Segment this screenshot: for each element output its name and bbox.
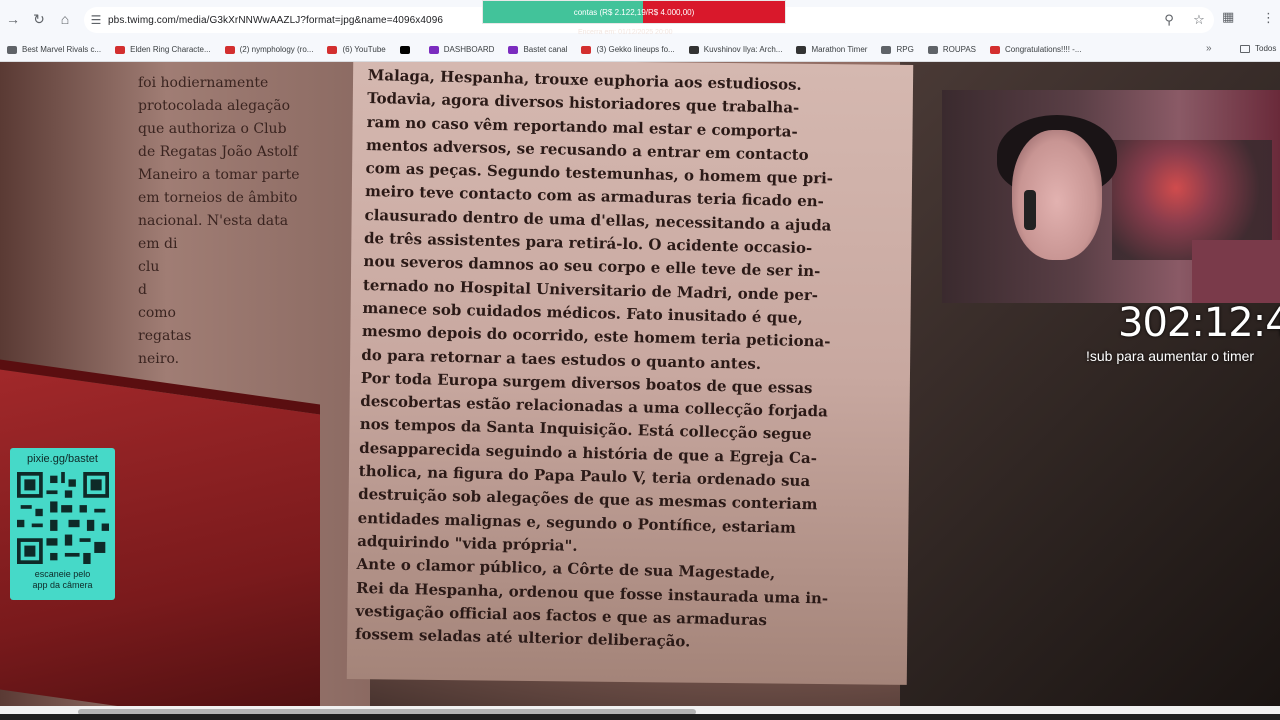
site-info-icon[interactable]: ☰ (84, 13, 108, 27)
bookmark-item[interactable]: (3) Gekko lineups fo... (574, 45, 681, 54)
zoom-icon[interactable]: ⚲ (1154, 12, 1184, 28)
bookmarks-bar: Best Marvel Rivals c... Elden Ring Charac… (0, 38, 1280, 62)
bookmark-favicon-icon (927, 45, 938, 54)
bookmark-label: (2) nymphology (ro... (239, 45, 314, 54)
goal-current: contas (R$ 2.122,19 (573, 7, 646, 17)
document-line: d (138, 282, 147, 298)
bookmark-favicon-icon (7, 45, 17, 54)
goal-text: contas (R$ 2.122,19/R$ 4.000,00) (573, 7, 695, 17)
bookmark-favicon-icon (327, 45, 338, 54)
bookmark-label: DASHBOARD (443, 45, 495, 54)
bookmark-label: Marathon Timer (811, 45, 868, 54)
qr-caption-line-2: app da câmera (32, 580, 93, 590)
document-line: protocolada alegação (138, 98, 291, 114)
goal-deadline: Encerra em: 01/12/2025 20:00 (578, 29, 673, 36)
back-icon[interactable]: → (0, 6, 26, 32)
bookmark-favicon-icon (688, 45, 699, 54)
document-line: nacional. N'esta data (138, 213, 289, 229)
qr-widget: pixie.gg/bastet escaneie pelo app da câm… (10, 448, 115, 600)
bookmark-label: ROUPAS (942, 45, 977, 54)
bookmark-favicon-icon (990, 45, 1001, 54)
reload-icon[interactable]: ↻ (26, 6, 52, 32)
bookmark-item[interactable]: Congratulations!!!! -... (983, 45, 1088, 54)
document-line: clu (138, 259, 160, 275)
bookmark-folder-label: Todos (1255, 44, 1277, 53)
document-line: neiro. (138, 351, 180, 367)
headset-icon (1024, 190, 1036, 230)
shelf (1192, 240, 1280, 303)
bookmark-item[interactable]: Bastet canal (501, 45, 574, 54)
url-text[interactable]: pbs.twimg.com/media/G3kXrNNWwAAZLJ?forma… (108, 15, 443, 26)
qr-caption-line-1: escaneie pelo (34, 569, 91, 579)
bookmark-label: Congratulations!!!! -... (1005, 45, 1082, 54)
qr-title: pixie.gg/bastet (27, 453, 98, 465)
bookmark-item[interactable] (393, 45, 422, 54)
bookmark-favicon-icon (399, 45, 410, 54)
document-line: de Regatas João Astolf (138, 144, 298, 160)
bookmark-item[interactable]: Best Marvel Rivals c... (0, 45, 108, 54)
home-icon[interactable]: ⌂ (52, 6, 78, 32)
folder-icon (1240, 44, 1250, 53)
marathon-timer: 302:12:41 (1118, 300, 1280, 346)
bookmark-favicon-icon (224, 45, 235, 54)
document-line: Maneiro a tomar parte (138, 167, 300, 183)
document-line: foi hodiernamente (138, 75, 269, 91)
menu-icon[interactable]: ⋮ (1262, 10, 1275, 26)
bookmark-label: Bastet canal (523, 45, 568, 54)
bookmark-favicon-icon (115, 45, 126, 54)
document-line: em di (138, 236, 178, 252)
bookmark-favicon-icon (796, 45, 807, 54)
star-icon[interactable]: ☆ (1184, 12, 1214, 28)
main-page-text: Malaga, Hespanha, trouxe euphoria aos es… (355, 64, 888, 658)
bookmark-item[interactable]: Marathon Timer (789, 45, 874, 54)
goal-target: R$ 4.000,00) (648, 7, 695, 17)
document-line: regatas (138, 328, 192, 344)
bookmark-item[interactable]: (6) YouTube (320, 45, 392, 54)
document-line: como (138, 305, 176, 321)
bookmark-label: Elden Ring Characte... (130, 45, 211, 54)
bookmark-label: RPG (896, 45, 914, 54)
bookmark-favicon-icon (881, 45, 892, 54)
bookmark-item[interactable]: ROUPAS (921, 45, 983, 54)
bookmark-label: Kuvshinov Ilya: Arch... (703, 45, 783, 54)
timer-subtitle: !sub para aumentar o timer (1086, 348, 1255, 364)
bookmark-folder-all[interactable]: Todos (1240, 44, 1276, 53)
bookmark-item[interactable]: DASHBOARD (422, 45, 502, 54)
bookmark-item[interactable]: Kuvshinov Ilya: Arch... (682, 45, 790, 54)
donation-goal-bar: contas (R$ 2.122,19/R$ 4.000,00) (482, 0, 786, 24)
qr-code-icon (17, 472, 109, 564)
document-line: que authoriza o Club (138, 121, 287, 137)
bookmark-item[interactable]: (2) nymphology (ro... (218, 45, 321, 54)
bookmark-favicon-icon (581, 45, 592, 54)
qr-caption: escaneie pelo app da câmera (10, 569, 115, 591)
bookmark-favicon-icon (508, 45, 519, 54)
webcam-overlay (942, 90, 1280, 303)
taskbar (0, 714, 1280, 720)
left-page-text: foi hodiernamente protocolada alegação que… (138, 72, 358, 371)
document-line: em torneios de âmbito (138, 190, 298, 206)
bookmarks-overflow-icon[interactable]: » (1206, 43, 1212, 54)
bookmark-favicon-icon (428, 45, 439, 54)
bookmark-label: (6) YouTube (342, 45, 386, 54)
extensions-icon[interactable]: ▦ (1222, 9, 1234, 25)
bookmark-item[interactable]: RPG (874, 45, 920, 54)
bookmark-label: (3) Gekko lineups fo... (596, 45, 675, 54)
bookmark-item[interactable]: Elden Ring Characte... (108, 45, 218, 54)
bookmark-label: Best Marvel Rivals c... (22, 45, 102, 54)
